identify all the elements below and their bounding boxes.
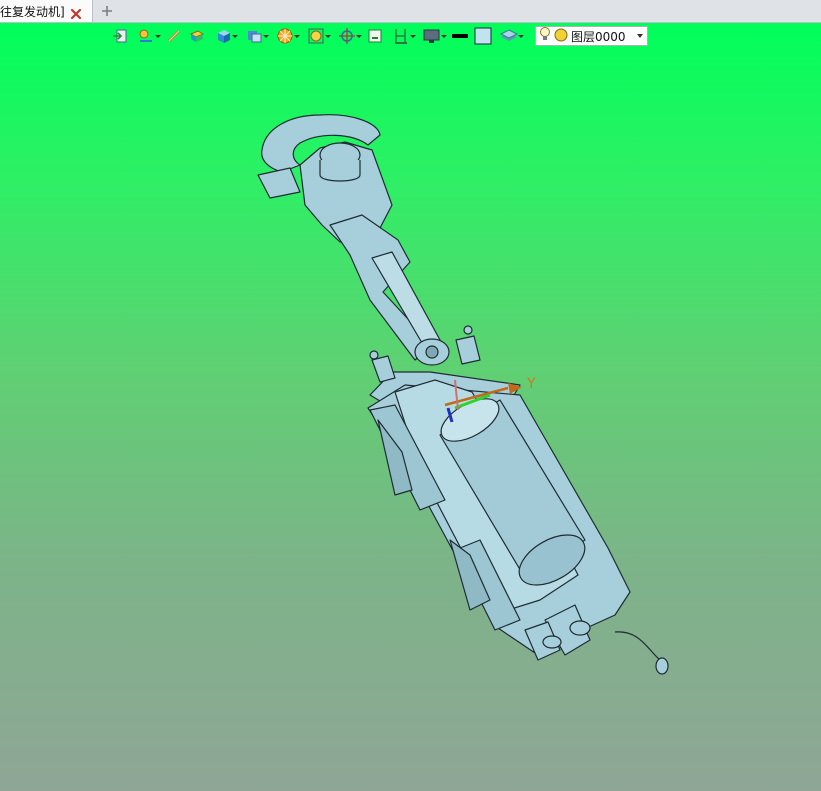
engine-model[interactable]: Y bbox=[0, 23, 821, 791]
plus-icon[interactable] bbox=[99, 2, 115, 20]
3d-viewport[interactable]: 图层0000 Y bbox=[0, 23, 821, 791]
tab-title: 往复发动机] bbox=[0, 4, 65, 19]
axis-y-label: Y bbox=[526, 376, 536, 392]
tab-strip: 往复发动机] bbox=[0, 0, 821, 23]
close-icon[interactable] bbox=[70, 5, 82, 20]
document-tab[interactable]: 往复发动机] bbox=[0, 0, 93, 22]
